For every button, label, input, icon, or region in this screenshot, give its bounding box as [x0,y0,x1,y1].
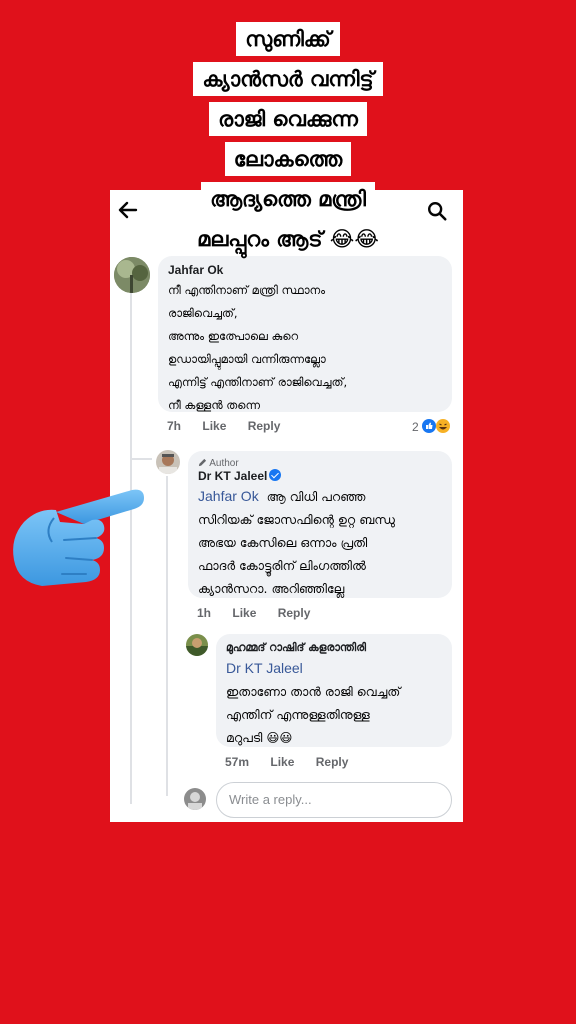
reaction-count: 2 [412,419,451,434]
avatar[interactable] [186,634,208,656]
verified-badge-icon [269,469,282,481]
comment-line: എന്തിന് എന്നുള്ളതിനുള്ള [226,707,370,722]
comment-author[interactable]: മുഹമ്മദ് റാഷിദ് കളരാന്തിരി [226,641,442,655]
comment-time: 1h [197,606,212,620]
avatar[interactable] [114,257,150,293]
comment-line: അന്നും ഇത്പോലെ കുറെ [168,329,299,343]
caption-line: ക്യാൻസർ വന്നിട്ട് [193,62,383,96]
comment-author-name: Dr KT Jaleel [198,469,442,483]
comment-line: എന്നിട്ട് എന്തിനാണ് രാജിവെച്ചത്, [168,375,348,389]
comment-actions: 57m Like Reply [225,755,366,769]
reply-button[interactable]: Reply [278,606,311,620]
avatar [184,788,206,810]
pointing-hand-icon [13,489,144,586]
like-button[interactable]: Like [202,419,226,433]
comment-line: ഉഡായിപ്പുമായി വന്നിരുന്നല്ലോ [168,352,326,366]
author-badge: Author [198,458,442,469]
thread-line [130,458,152,460]
comment-author[interactable]: Dr KT Jaleel [198,469,267,483]
author-badge-label: Author [209,458,239,469]
like-reaction-icon [422,419,437,433]
comment-time: 57m [225,755,250,769]
like-button[interactable]: Like [232,606,256,620]
caption-line: രാജി വെക്കുന്ന [209,102,367,136]
comment-text: നീ എന്തിനാണ് മന്ത്രി സ്ഥാനം രാജിവെച്ചത്,… [168,279,442,417]
comment-line: ക്യാൻസറാ. അറിഞ്ഞില്ലേ [198,581,345,596]
pencil-icon [198,458,207,467]
comment-first-line: Jahfar Ok ആ വിധി പറഞ്ഞ [198,485,442,508]
thread-line [166,476,168,796]
meme-caption: സുണിക്ക് ക്യാൻസർ വന്നിട്ട് രാജി വെക്കുന്… [0,22,576,262]
comment-time: 7h [167,419,182,433]
comment-line: നീ എന്തിനാണ് മന്ത്രി സ്ഥാനം [168,283,326,297]
comment-bubble: Jahfar Ok നീ എന്തിനാണ് മന്ത്രി സ്ഥാനം രാ… [158,256,452,412]
comment-thread-screenshot: Jahfar Ok നീ എന്തിനാണ് മന്ത്രി സ്ഥാനം രാ… [110,190,463,822]
comment-line: ആ വിധി പറഞ്ഞ [266,489,366,504]
reply-input[interactable]: Write a reply... [216,782,452,818]
comment-line: രാജിവെച്ചത്, [168,306,238,320]
caption-line: സുണിക്ക് [236,22,340,56]
comment-line: നീ കള്ളൻ തന്നെ [168,398,260,412]
comment-line: ഫാദർ കോട്ടൂരിന് ലിംഗത്തിൽ [198,558,366,573]
comment-actions: 1h Like Reply [197,606,328,620]
comment-bubble: മുഹമ്മദ് റാഷിദ് കളരാന്തിരി Dr KT Jaleel … [216,634,452,747]
comment-text: Dr KT Jaleel ഇതാണോ താൻ രാജി വെച്ചത് എന്ത… [226,657,442,749]
reply-button[interactable]: Reply [316,755,349,769]
caption-line: ലോകത്തെ [224,142,352,176]
comment-line: മറുപടി 😃😃 [226,730,293,745]
avatar[interactable] [156,450,180,474]
like-button[interactable]: Like [270,755,294,769]
haha-reaction-icon [436,419,451,433]
comment-bubble: Author Dr KT Jaleel Jahfar Ok ആ വിധി പറഞ… [188,451,452,598]
mention-link[interactable]: Jahfar Ok [198,488,259,504]
comment-line: അഭയ കേസിലെ ഒന്നാം പ്രതി [198,535,368,550]
comment-line: സിറിയക് ജോസഫിന്റെ ഉറ്റ ബന്ധു [198,512,395,527]
caption-line: മലപ്പുറം ആട് 😂😂 [188,222,388,256]
comment-actions: 7h Like Reply [167,419,298,433]
reply-button[interactable]: Reply [248,419,281,433]
comment-author[interactable]: Jahfar Ok [168,263,442,277]
comment-line: ഇതാണോ താൻ രാജി വെച്ചത് [226,684,401,699]
comment-text: Jahfar Ok ആ വിധി പറഞ്ഞ സിറിയക് ജോസഫിന്റെ… [198,485,442,600]
reaction-count-value: 2 [412,420,419,434]
caption-line: ആദ്യത്തെ മന്ത്രി [201,182,375,216]
mention-link[interactable]: Dr KT Jaleel [226,657,442,680]
